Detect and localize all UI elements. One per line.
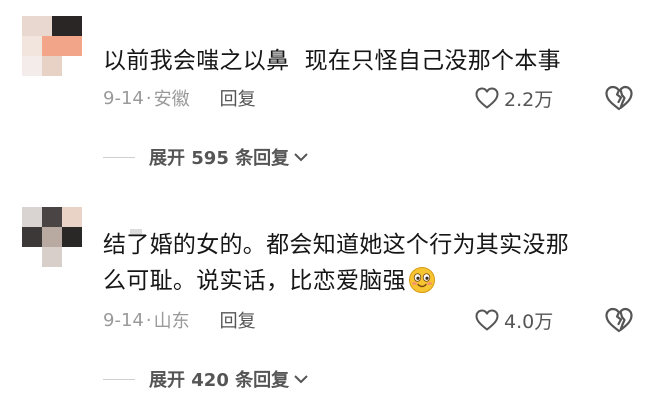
comment-text: 结了婚的女的。都会知道她这个行为其实没那 么可耻。说实话，比恋爱脑强 [103,227,569,299]
expand-replies[interactable]: 展开 420 条回复 [103,366,309,392]
meta-separator: · [145,87,152,109]
comment-meta: 9-14 · 安徽 回复 [103,85,256,111]
broken-heart-icon[interactable] [603,306,635,334]
expand-replies-label: 展开 595 条回复 [149,148,290,169]
reply-button[interactable]: 回复 [220,307,256,333]
reply-button[interactable]: 回复 [220,85,256,111]
comment-text-line: 以前我会嗤之以鼻 现在只怪自己没那个本事 [103,48,561,74]
avatar[interactable] [22,207,82,267]
comment-text-line: 结了婚的女的。都会知道她这个行为其实没那 [103,232,569,258]
comment-date: 9-14 [103,87,144,109]
comment-text-line-2: 么可耻。说实话，比恋爱脑强 [103,263,569,299]
chevron-down-icon [294,375,308,384]
avatar[interactable] [22,16,82,76]
like-count: 2.2万 [504,88,554,111]
comment-location: 山东 [153,311,190,332]
expand-divider [103,378,135,380]
smiling-face-emoji [408,267,435,293]
like-button[interactable]: 4.0万 [474,307,553,333]
heart-outline-icon [475,87,499,109]
expand-replies[interactable]: 展开 595 条回复 [103,144,309,170]
broken-heart-icon[interactable] [603,84,635,112]
chevron-down-icon [294,153,308,162]
like-count: 4.0万 [504,310,554,333]
expand-divider [103,156,135,158]
heart-outline-icon [475,309,499,331]
expand-replies-label: 展开 420 条回复 [149,370,290,391]
comment-meta: 9-14 · 山东 回复 [103,307,256,333]
meta-separator: · [145,309,152,331]
comment-text: 以前我会嗤之以鼻 现在只怪自己没那个本事 [103,43,561,79]
like-button[interactable]: 2.2万 [474,85,553,111]
comment-date: 9-14 [103,309,144,331]
comment-location: 安徽 [153,89,190,110]
